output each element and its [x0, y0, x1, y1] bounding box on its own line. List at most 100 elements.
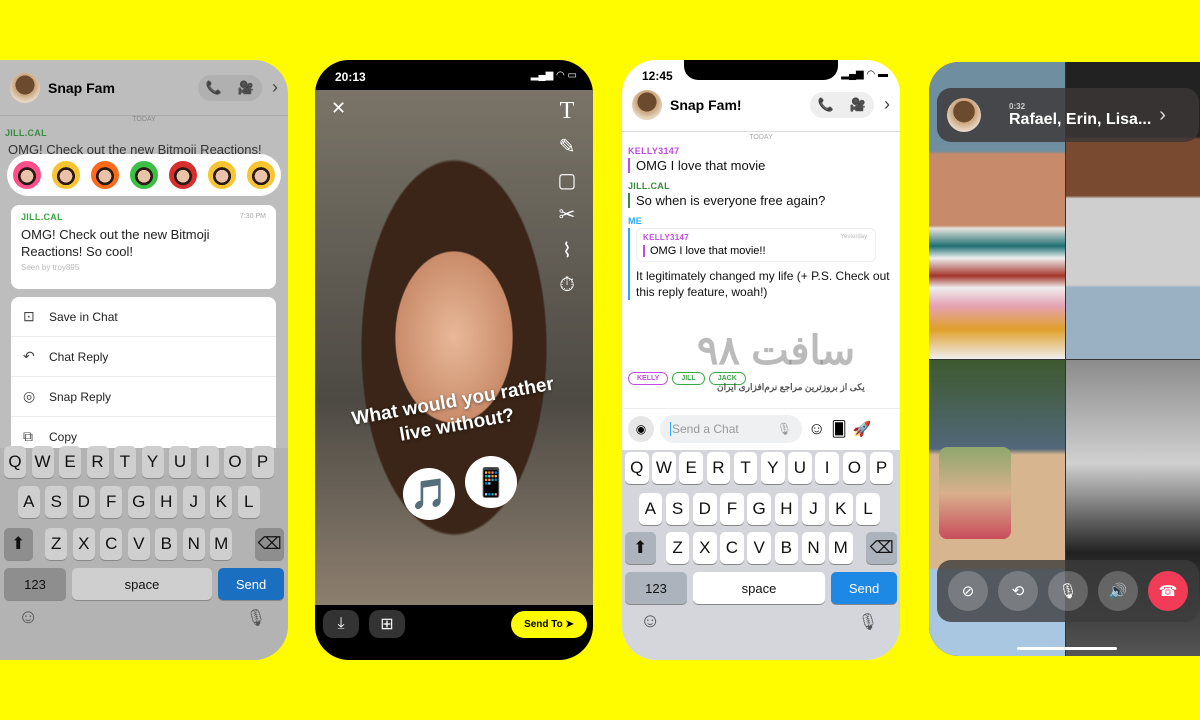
- mic-icon[interactable]: 🎙: [777, 422, 792, 436]
- send-key[interactable]: Send: [831, 572, 897, 604]
- key-x[interactable]: X: [693, 532, 717, 564]
- key-j[interactable]: J: [801, 493, 826, 525]
- download-icon[interactable]: ⤓: [323, 610, 359, 638]
- call-header[interactable]: 0:32 Rafael, Erin, Lisa... ›: [937, 88, 1199, 142]
- key-z[interactable]: Z: [665, 532, 690, 564]
- key-t[interactable]: T: [733, 452, 758, 484]
- menu-item-save-in-chat[interactable]: ⊡ Save in Chat: [11, 297, 276, 337]
- key-h[interactable]: H: [155, 486, 178, 518]
- add-story-icon[interactable]: ⊞: [369, 610, 405, 638]
- key-o[interactable]: O: [842, 452, 867, 484]
- pencil-icon[interactable]: ✎: [555, 134, 579, 159]
- key-d[interactable]: D: [693, 493, 717, 525]
- chevron-right-icon[interactable]: ›: [884, 94, 890, 115]
- video-icon[interactable]: 🎥: [230, 75, 262, 101]
- key-m[interactable]: M: [210, 528, 233, 560]
- key-k[interactable]: K: [210, 486, 233, 518]
- key-n[interactable]: N: [801, 532, 826, 564]
- text-icon[interactable]: T: [555, 98, 579, 125]
- key-u[interactable]: U: [169, 446, 191, 478]
- close-icon[interactable]: ✕: [331, 98, 346, 119]
- chat-input[interactable]: Send a Chat 🎙: [660, 414, 802, 443]
- reaction-crying-laugh-icon[interactable]: [51, 161, 80, 189]
- key-g[interactable]: G: [127, 486, 150, 518]
- key-p[interactable]: P: [251, 446, 274, 478]
- key-c[interactable]: C: [100, 528, 123, 560]
- video-icon[interactable]: 🎥: [842, 92, 874, 118]
- backspace-key-icon[interactable]: ⌫: [866, 532, 897, 564]
- scissors-icon[interactable]: ✂: [555, 202, 579, 227]
- key-r[interactable]: R: [86, 446, 109, 478]
- self-view[interactable]: [939, 447, 1011, 539]
- backspace-key-icon[interactable]: ⌫: [255, 528, 284, 560]
- rocket-icon[interactable]: 🚀: [853, 420, 872, 438]
- shift-key-icon[interactable]: ⬆: [625, 532, 656, 564]
- reaction-tears-icon[interactable]: [208, 161, 237, 189]
- phone-icon[interactable]: 📞: [198, 75, 230, 101]
- menu-item-snap-reply[interactable]: ◎ Snap Reply: [11, 377, 276, 417]
- speaker-icon[interactable]: 🔊: [1098, 571, 1138, 611]
- key-j[interactable]: J: [182, 486, 205, 518]
- emoji-icon[interactable]: ☺: [808, 419, 825, 439]
- poll-option-music[interactable]: 🎵: [403, 468, 455, 520]
- phone-icon[interactable]: 📞: [810, 92, 842, 118]
- sticker-icon[interactable]: ▢: [555, 168, 579, 193]
- camera-off-icon[interactable]: ⊘: [948, 571, 988, 611]
- key-n[interactable]: N: [182, 528, 205, 560]
- paperclip-icon[interactable]: ⌇: [555, 238, 579, 263]
- emoji-keyboard-icon[interactable]: ☺: [18, 606, 38, 629]
- key-o[interactable]: O: [224, 446, 246, 478]
- key-b[interactable]: B: [774, 532, 799, 564]
- emoji-keyboard-icon[interactable]: ☺: [640, 610, 660, 633]
- key-s[interactable]: S: [45, 486, 68, 518]
- key-h[interactable]: H: [774, 493, 799, 525]
- key-i[interactable]: I: [815, 452, 839, 484]
- key-l[interactable]: L: [856, 493, 880, 525]
- reaction-thumbs-down-icon[interactable]: [169, 161, 198, 189]
- key-w[interactable]: W: [652, 452, 676, 484]
- key-a[interactable]: A: [17, 486, 40, 518]
- key-w[interactable]: W: [31, 446, 54, 478]
- key-r[interactable]: R: [706, 452, 731, 484]
- key-v[interactable]: V: [127, 528, 150, 560]
- key-i[interactable]: I: [196, 446, 219, 478]
- cards-icon[interactable]: 🂠: [831, 420, 846, 438]
- key-e[interactable]: E: [679, 452, 703, 484]
- key-k[interactable]: K: [829, 493, 853, 525]
- key-a[interactable]: A: [638, 493, 663, 525]
- dictation-mic-icon[interactable]: 🎙: [858, 612, 878, 632]
- key-m[interactable]: M: [829, 532, 853, 564]
- key-f[interactable]: F: [720, 493, 744, 525]
- chevron-right-icon[interactable]: ›: [272, 77, 278, 98]
- key-f[interactable]: F: [100, 486, 123, 518]
- space-key[interactable]: space: [693, 572, 825, 604]
- key-x[interactable]: X: [72, 528, 95, 560]
- key-g[interactable]: G: [747, 493, 771, 525]
- menu-item-chat-reply[interactable]: ↶ Chat Reply: [11, 337, 276, 377]
- key-y[interactable]: Y: [761, 452, 785, 484]
- reaction-thumbs-up-icon[interactable]: [129, 161, 158, 189]
- poll-option-phone[interactable]: 📱: [465, 456, 517, 508]
- numbers-key[interactable]: 123: [4, 568, 66, 600]
- quoted-message[interactable]: KELLY3147 Yesterday OMG I love that movi…: [636, 228, 876, 262]
- reaction-fire-icon[interactable]: [90, 161, 119, 189]
- mute-icon[interactable]: 🎙: [1048, 571, 1088, 611]
- send-key[interactable]: Send: [218, 568, 284, 600]
- key-c[interactable]: C: [720, 532, 744, 564]
- dictation-mic-icon[interactable]: 🎙: [246, 608, 266, 628]
- key-e[interactable]: E: [59, 446, 81, 478]
- end-call-icon[interactable]: ☎: [1148, 571, 1188, 611]
- key-q[interactable]: Q: [625, 452, 649, 484]
- send-to-button[interactable]: Send To ➤: [511, 611, 587, 638]
- key-q[interactable]: Q: [4, 446, 26, 478]
- key-b[interactable]: B: [155, 528, 178, 560]
- flip-camera-icon[interactable]: ⟲: [998, 571, 1038, 611]
- space-key[interactable]: space: [72, 568, 212, 600]
- key-d[interactable]: D: [72, 486, 95, 518]
- key-s[interactable]: S: [665, 493, 690, 525]
- key-l[interactable]: L: [237, 486, 260, 518]
- key-t[interactable]: T: [114, 446, 136, 478]
- reaction-surprised-icon[interactable]: [247, 161, 276, 189]
- key-y[interactable]: Y: [141, 446, 164, 478]
- shift-key-icon[interactable]: ⬆: [4, 528, 33, 560]
